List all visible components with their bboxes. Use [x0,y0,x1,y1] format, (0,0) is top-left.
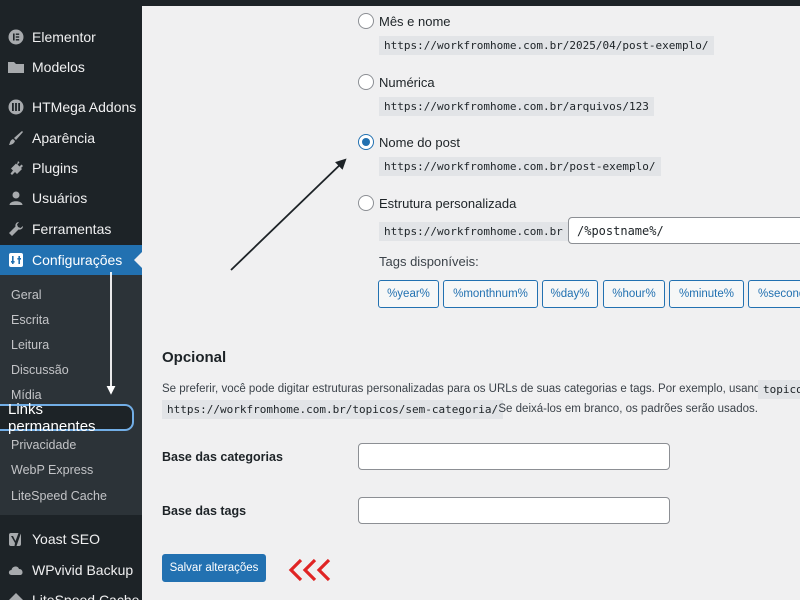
optional-description: Se preferir, você pode digitar estrutura… [162,383,758,395]
annotation-red-chevrons [288,558,331,582]
tag-button-minute[interactable]: %minute% [669,280,744,308]
settings-icon [0,245,32,275]
sidebar-item-label: Plugins [32,160,78,176]
annotation-arrow-to-option [230,158,347,271]
radio-nome-do-post[interactable] [358,134,374,150]
sidebar-item-label: HTMega Addons [32,99,137,115]
tag-label: %hour% [612,288,656,300]
save-changes-button[interactable]: Salvar alterações [162,554,266,582]
tag-button-year[interactable]: %year% [378,280,439,308]
litespeed-icon [0,585,32,600]
admin-sidebar: Elementor Modelos HTMega Addons Aparênci… [0,0,142,600]
brush-icon [0,123,32,153]
option-label-mes-e-nome: Mês e nome [379,14,451,29]
tag-button-day[interactable]: %day% [542,280,598,308]
sidebar-item-label: LiteSpeed Cache [32,592,140,600]
tag-label: %monthnum% [453,288,528,300]
sidebar-item-plugins[interactable]: Plugins [0,153,142,183]
save-button-label: Salvar alterações [169,562,259,574]
submenu-item-geral[interactable]: Geral [11,288,42,302]
example-url-numerica: https://workfromhome.com.br/arquivos/123 [379,97,654,116]
yoast-icon [0,524,32,554]
section-title-opcional: Opcional [162,349,227,366]
tag-base-label: Base das tags [162,504,247,518]
radio-numerica[interactable] [358,74,374,90]
sidebar-item-label: Usuários [32,190,88,206]
submenu-item-label: Links permanentes [8,400,96,435]
sidebar-item-label: Modelos [32,59,85,75]
sidebar-item-label: Aparência [32,130,96,146]
sidebar-item-label: WPvivid Backup [32,562,134,578]
option-label-estrutura-personalizada: Estrutura personalizada [379,196,517,211]
sidebar-item-usuarios[interactable]: Usuários [0,183,142,213]
sidebar-item-wpvivid-backup[interactable]: WPvivid Backup [0,555,142,585]
tag-button-hour[interactable]: %hour% [603,280,665,308]
sidebar-item-htmega[interactable]: HTMega Addons [0,92,142,122]
radio-estrutura-personalizada[interactable] [358,195,374,211]
htmega-icon [0,92,32,122]
submenu-item-litespeed-cache[interactable]: LiteSpeed Cache [11,489,107,503]
submenu-item-escrita[interactable]: Escrita [11,313,49,327]
tag-button-second[interactable]: %second% [748,280,800,308]
tag-button-monthnum[interactable]: %monthnum% [443,280,538,308]
sidebar-item-modelos[interactable]: Modelos [0,52,142,82]
optional-description-end: . Se deixá-los em branco, os padrões ser… [492,403,758,415]
sidebar-item-ferramentas[interactable]: Ferramentas [0,214,142,244]
example-url-nome-do-post: https://workfromhome.com.br/post-exemplo… [379,157,661,176]
wrench-icon [0,214,32,244]
tag-label: %day% [550,288,590,300]
sidebar-item-aparencia[interactable]: Aparência [0,123,142,153]
submenu-item-leitura[interactable]: Leitura [11,338,49,352]
custom-structure-input[interactable]: /%postname%/ [568,217,800,244]
folder-icon [0,52,32,82]
optional-code-example-1: topicos [758,380,800,399]
elementor-icon [0,22,32,52]
category-base-input[interactable] [358,443,670,470]
sidebar-item-configuracoes[interactable]: Configurações [0,245,142,275]
submenu-item-webp-express[interactable]: WebP Express [11,463,93,477]
custom-structure-prefix: https://workfromhome.com.br [379,222,568,241]
settings-submenu: Geral Escrita Leitura Discussão Mídia Pr… [0,275,142,515]
tags-available-label: Tags disponíveis: [379,254,479,269]
plug-icon [0,153,32,183]
sidebar-item-label: Configurações [32,252,123,268]
tag-label: %minute% [679,288,734,300]
category-base-label: Base das categorias [162,450,283,464]
radio-mes-e-nome[interactable] [358,13,374,29]
example-url-mes-e-nome: https://workfromhome.com.br/2025/04/post… [379,36,714,55]
tag-base-input[interactable] [358,497,670,524]
sidebar-item-litespeed-cache[interactable]: LiteSpeed Cache [0,585,142,600]
sidebar-item-label: Yoast SEO [32,531,100,547]
optional-code-example-2: https://workfromhome.com.br/topicos/sem-… [162,400,504,419]
option-label-nome-do-post: Nome do post [379,135,460,150]
sidebar-item-yoast-seo[interactable]: Yoast SEO [0,524,142,554]
tag-label: %second% [758,288,800,300]
user-icon [0,183,32,213]
option-label-numerica: Numérica [379,75,435,90]
sidebar-item-label: Elementor [32,29,96,45]
custom-structure-value: /%postname%/ [577,223,664,238]
tag-label: %year% [387,288,430,300]
cloud-icon [0,555,32,585]
sidebar-item-elementor[interactable]: Elementor [0,22,142,52]
sidebar-item-label: Ferramentas [32,221,112,237]
submenu-item-links-permanentes[interactable]: Links permanentes [0,401,134,435]
submenu-item-privacidade[interactable]: Privacidade [11,438,76,452]
submenu-item-discussao[interactable]: Discussão [11,363,69,377]
